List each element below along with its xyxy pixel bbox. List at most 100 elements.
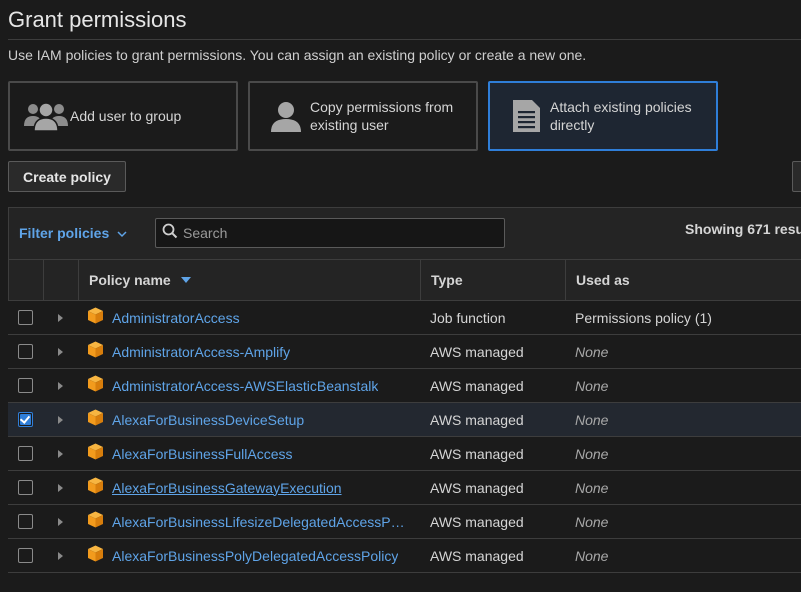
expand-cell	[43, 551, 78, 560]
table-row: AlexaForBusinessGatewayExecution AWS man…	[8, 471, 801, 505]
policy-used-as: None	[575, 547, 609, 564]
row-checkbox[interactable]	[18, 514, 33, 529]
expand-arrow-icon[interactable]	[58, 551, 63, 560]
policy-type: Job function	[430, 309, 506, 326]
chevron-down-icon	[117, 229, 127, 241]
table-row: AdministratorAccess-AWSElasticBeanstalk …	[8, 369, 801, 403]
select-cell	[8, 548, 43, 563]
expand-cell	[43, 347, 78, 356]
expand-arrow-icon[interactable]	[58, 347, 63, 356]
expand-arrow-icon[interactable]	[58, 449, 63, 458]
policy-package-icon	[87, 477, 104, 499]
expand-cell	[43, 517, 78, 526]
header-used-as[interactable]: Used as	[566, 260, 801, 300]
policy-used-as: None	[575, 343, 609, 360]
policy-type: AWS managed	[430, 377, 524, 394]
policy-type: AWS managed	[430, 479, 524, 496]
policy-name-link[interactable]: AdministratorAccess-AWSElasticBeanstalk	[112, 378, 378, 394]
select-cell	[8, 378, 43, 393]
expand-cell	[43, 415, 78, 424]
policy-package-icon	[87, 409, 104, 431]
option-copy-permissions[interactable]: Copy permissions from existing user	[248, 81, 478, 151]
select-cell	[8, 514, 43, 529]
header-type[interactable]: Type	[421, 260, 566, 300]
option-label: Copy permissions from existing user	[310, 99, 454, 133]
expand-arrow-icon[interactable]	[58, 517, 63, 526]
header-policy-name[interactable]: Policy name	[79, 260, 421, 300]
policy-name-cell: AlexaForBusinessLifesizeDelegatedAccessP…	[78, 511, 420, 533]
sort-desc-icon	[180, 277, 191, 283]
header-label: Used as	[576, 272, 630, 288]
table-row: AlexaForBusinessLifesizeDelegatedAccessP…	[8, 505, 801, 539]
table-row: AdministratorAccess-Amplify AWS managed …	[8, 335, 801, 369]
user-icon	[262, 99, 310, 133]
option-attach-policies[interactable]: Attach existing policies directly	[488, 81, 718, 151]
expand-arrow-icon[interactable]	[58, 415, 63, 424]
policy-name-link[interactable]: AdministratorAccess	[112, 310, 240, 326]
row-checkbox[interactable]	[18, 446, 33, 461]
policy-used-as: None	[575, 445, 609, 462]
policy-name-link[interactable]: AlexaForBusinessLifesizeDelegatedAccessP…	[112, 514, 412, 530]
filter-bar: Filter policies Showing 671 results	[8, 207, 801, 259]
policy-name-link[interactable]: AdministratorAccess-Amplify	[112, 344, 290, 360]
policy-name-cell: AlexaForBusinessDeviceSetup	[78, 409, 420, 431]
policy-type: AWS managed	[430, 343, 524, 360]
policy-name-cell: AdministratorAccess-Amplify	[78, 341, 420, 363]
select-cell	[8, 480, 43, 495]
refresh-button[interactable]	[792, 161, 801, 192]
page-title: Grant permissions	[8, 7, 187, 32]
policy-type: AWS managed	[430, 411, 524, 428]
expand-arrow-icon[interactable]	[58, 381, 63, 390]
policy-name-link[interactable]: AlexaForBusinessFullAccess	[112, 446, 293, 462]
row-checkbox[interactable]	[18, 378, 33, 393]
expand-cell	[43, 483, 78, 492]
row-checkbox[interactable]	[18, 548, 33, 563]
policy-name-cell: AdministratorAccess-AWSElasticBeanstalk	[78, 375, 420, 397]
policy-name-link[interactable]: AlexaForBusinessGatewayExecution	[112, 480, 342, 496]
search-input[interactable]	[183, 225, 483, 241]
expand-cell	[43, 313, 78, 322]
expand-cell	[43, 381, 78, 390]
filter-policies-dropdown[interactable]: Filter policies	[19, 225, 127, 241]
header-expand	[44, 260, 79, 300]
option-add-user-to-group[interactable]: Add user to group	[8, 81, 238, 151]
title-divider	[8, 39, 801, 40]
policy-used-as: None	[575, 479, 609, 496]
search-icon	[156, 223, 178, 244]
policy-package-icon	[87, 307, 104, 329]
row-checkbox[interactable]	[18, 412, 33, 427]
policy-name-link[interactable]: AlexaForBusinessDeviceSetup	[112, 412, 304, 428]
results-count: Showing 671 results	[685, 221, 801, 237]
policy-package-icon	[87, 511, 104, 533]
intro-text: Use IAM policies to grant permissions. Y…	[8, 47, 587, 63]
table-header: Policy name Type Used as	[8, 259, 801, 301]
row-checkbox[interactable]	[18, 344, 33, 359]
policy-name-cell: AlexaForBusinessPolyDelegatedAccessPolic…	[78, 545, 420, 567]
row-checkbox[interactable]	[18, 480, 33, 495]
option-label: Add user to group	[70, 108, 182, 124]
row-checkbox[interactable]	[18, 310, 33, 325]
table-row: AlexaForBusinessFullAccess AWS managed N…	[8, 437, 801, 471]
create-policy-button[interactable]: Create policy	[8, 161, 126, 192]
select-cell	[8, 446, 43, 461]
expand-cell	[43, 449, 78, 458]
expand-arrow-icon[interactable]	[58, 483, 63, 492]
policy-used-as: None	[575, 513, 609, 530]
policy-package-icon	[87, 545, 104, 567]
policy-name-link[interactable]: AlexaForBusinessPolyDelegatedAccessPolic…	[112, 548, 398, 564]
policy-package-icon	[87, 341, 104, 363]
table-row: AdministratorAccess Job function Permiss…	[8, 301, 801, 335]
policy-package-icon	[87, 443, 104, 465]
policy-package-icon	[87, 375, 104, 397]
users-group-icon	[22, 100, 70, 132]
policy-type: AWS managed	[430, 513, 524, 530]
header-select	[9, 260, 44, 300]
table-row: AlexaForBusinessDeviceSetup AWS managed …	[8, 403, 801, 437]
document-icon	[502, 99, 550, 133]
policy-used-as: Permissions policy (1)	[575, 309, 712, 326]
header-label: Policy name	[89, 272, 171, 288]
expand-arrow-icon[interactable]	[58, 313, 63, 322]
select-cell	[8, 412, 43, 427]
select-cell	[8, 310, 43, 325]
option-label: Attach existing policies directly	[550, 99, 692, 133]
